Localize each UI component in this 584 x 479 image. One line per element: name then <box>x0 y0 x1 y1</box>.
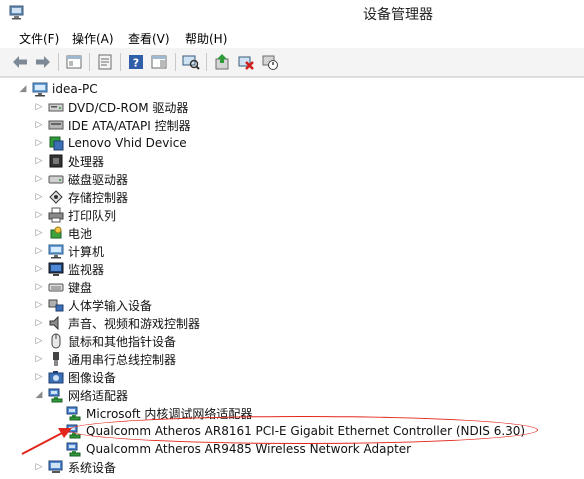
collapse-chevron-icon[interactable]: ◢ <box>34 386 44 404</box>
forward-arrow-icon[interactable] <box>33 52 53 72</box>
highlight-ellipse-annotation <box>68 416 538 444</box>
system-device-icon <box>48 459 64 475</box>
expand-chevron-icon[interactable]: ▷ <box>34 278 44 296</box>
disk-drive-icon <box>48 171 64 187</box>
tree-item-category-0[interactable]: ▷ DVD/CD-ROM 驱动器 <box>34 98 189 116</box>
tree-item-category-9[interactable]: ▷ 监视器 <box>34 260 104 278</box>
tree-item-root[interactable]: ◢ idea-PC <box>18 80 98 98</box>
update-driver-icon[interactable] <box>212 52 232 72</box>
imaging-device-icon <box>48 369 64 385</box>
tree-item-label: 网络适配器 <box>68 388 129 403</box>
printer-icon <box>48 207 64 223</box>
menu-bar: 文件(F) 操作(A) 查看(V) 帮助(H) <box>0 26 584 48</box>
tree-item-label: 声音、视频和游戏控制器 <box>68 316 201 331</box>
uninstall-device-icon[interactable] <box>236 52 256 72</box>
svg-text:?: ? <box>133 57 139 70</box>
menu-file[interactable]: 文件(F) <box>19 30 59 47</box>
computer-icon <box>32 81 48 97</box>
tree-item-category-3[interactable]: ▷ 处理器 <box>34 152 104 170</box>
tree-item-label: 监视器 <box>68 262 105 277</box>
tree-item-label: 电池 <box>68 226 93 241</box>
tree-item-category-8[interactable]: ▷ 计算机 <box>34 242 104 260</box>
expand-chevron-icon[interactable]: ▷ <box>34 134 44 152</box>
expand-chevron-icon[interactable]: ▷ <box>34 98 44 116</box>
expand-chevron-icon[interactable]: ▷ <box>34 206 44 224</box>
expand-chevron-icon[interactable]: ▷ <box>34 332 44 350</box>
tree-item-label: IDE ATA/ATAPI 控制器 <box>68 118 191 133</box>
tree-item-label: Lenovo Vhid Device <box>68 136 187 150</box>
back-arrow-icon[interactable] <box>10 52 30 72</box>
hid-device-icon <box>48 135 64 151</box>
tree-item-category-11[interactable]: ▷ 人体学输入设备 <box>34 296 152 314</box>
title-bar: 设备管理器 <box>0 0 584 26</box>
tree-item-category-10[interactable]: ▷ 键盘 <box>34 278 92 296</box>
tree-item-label: 磁盘驱动器 <box>68 172 129 187</box>
tree-item-label: 键盘 <box>68 280 93 295</box>
tree-item-category-2[interactable]: ▷ Lenovo Vhid Device <box>34 134 187 152</box>
storage-controller-icon <box>48 189 64 205</box>
hid-icon <box>48 297 64 313</box>
tree-item-category-4[interactable]: ▷ 磁盘驱动器 <box>34 170 128 188</box>
tree-item-label: 系统设备 <box>68 460 117 475</box>
properties-icon[interactable] <box>95 52 115 72</box>
expand-chevron-icon[interactable]: ▷ <box>34 296 44 314</box>
expand-chevron-icon[interactable]: ▷ <box>34 260 44 278</box>
expand-chevron-icon[interactable]: ▷ <box>34 368 44 386</box>
tree-item-category-1[interactable]: ▷ IDE ATA/ATAPI 控制器 <box>34 116 191 134</box>
optical-drive-icon <box>48 99 64 115</box>
tree-item-category-14[interactable]: ▷ 通用串行总线控制器 <box>34 350 176 368</box>
tree-item-category-13[interactable]: ▷ 鼠标和其他指针设备 <box>34 332 176 350</box>
tree-item-label: 存储控制器 <box>68 190 129 205</box>
scan-hardware-icon[interactable] <box>181 52 201 72</box>
tree-item-category-16[interactable]: ◢ 网络适配器 <box>34 386 128 404</box>
tree-item-category-12[interactable]: ▷ 声音、视频和游戏控制器 <box>34 314 200 332</box>
tree-item-category-7[interactable]: ▷ 电池 <box>34 224 92 242</box>
monitor-icon <box>48 261 64 277</box>
action-pane-icon[interactable] <box>149 52 169 72</box>
expand-chevron-icon[interactable]: ▷ <box>34 314 44 332</box>
tree-item-category-17[interactable]: ▷ 系统设备 <box>34 458 116 476</box>
menu-help[interactable]: 帮助(H) <box>185 30 227 47</box>
disable-device-icon[interactable] <box>260 52 280 72</box>
ide-controller-icon <box>48 117 64 133</box>
tree-item-label: 处理器 <box>68 154 105 169</box>
tree-item-category-5[interactable]: ▷ 存储控制器 <box>34 188 128 206</box>
tree-item-label: 鼠标和其他指针设备 <box>68 334 177 349</box>
expand-chevron-icon[interactable]: ▷ <box>34 458 44 476</box>
expand-chevron-icon[interactable]: ▷ <box>34 350 44 368</box>
menu-view[interactable]: 查看(V) <box>128 30 170 47</box>
computer-icon <box>48 243 64 259</box>
show-hide-tree-icon[interactable] <box>64 52 84 72</box>
mouse-icon <box>48 333 64 349</box>
red-arrow-annotation <box>21 428 72 455</box>
tree-item-label: 图像设备 <box>68 370 117 385</box>
battery-icon <box>48 225 64 241</box>
keyboard-icon <box>48 279 64 295</box>
tree-item-label: 打印队列 <box>68 208 117 223</box>
expand-chevron-icon[interactable]: ▷ <box>34 170 44 188</box>
tree-item-category-6[interactable]: ▷ 打印队列 <box>34 206 116 224</box>
processor-icon <box>48 153 64 169</box>
usb-icon <box>48 351 64 367</box>
help-icon[interactable]: ? <box>126 52 146 72</box>
network-adapter-icon <box>66 405 82 421</box>
expand-chevron-icon[interactable]: ▷ <box>34 116 44 134</box>
tree-item-label: 通用串行总线控制器 <box>68 352 177 367</box>
network-adapter-icon <box>48 387 64 403</box>
expand-chevron-icon[interactable]: ▷ <box>34 224 44 242</box>
expand-chevron-icon[interactable]: ▷ <box>34 152 44 170</box>
expand-chevron-icon[interactable]: ▷ <box>34 188 44 206</box>
tree-item-label: idea-PC <box>52 82 98 96</box>
tree-item-label: Qualcomm Atheros AR9485 Wireless Network… <box>86 442 412 456</box>
collapse-chevron-icon[interactable]: ◢ <box>18 80 28 98</box>
window-title: 设备管理器 <box>363 7 433 23</box>
toolbar: ? <box>0 48 584 77</box>
tree-item-category-15[interactable]: ▷ 图像设备 <box>34 368 116 386</box>
menu-action[interactable]: 操作(A) <box>72 30 114 47</box>
sound-icon <box>48 315 64 331</box>
expand-chevron-icon[interactable]: ▷ <box>34 242 44 260</box>
tree-item-label: DVD/CD-ROM 驱动器 <box>68 100 189 115</box>
tree-item-label: 计算机 <box>68 244 105 259</box>
tree-item-label: 人体学输入设备 <box>68 298 153 313</box>
